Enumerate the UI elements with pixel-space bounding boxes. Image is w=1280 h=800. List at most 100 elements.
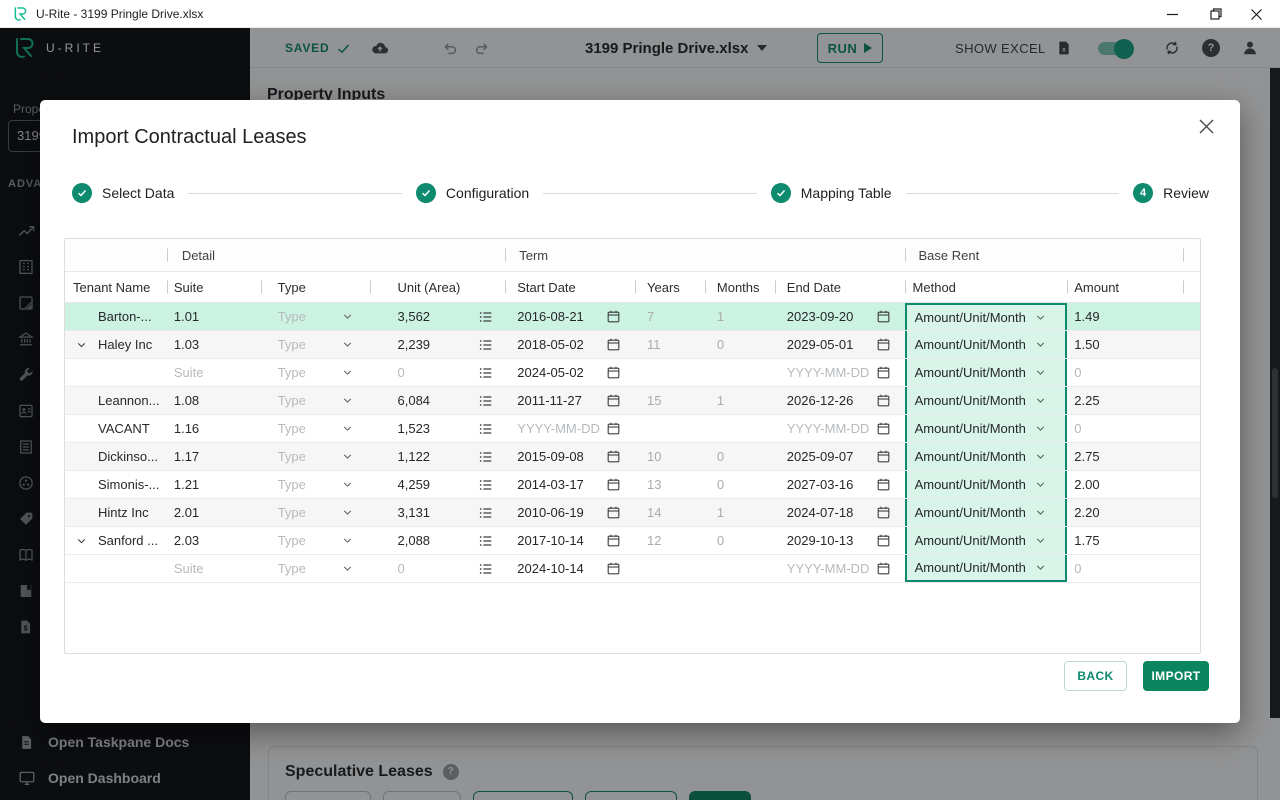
amount-input[interactable]: 0 <box>1067 415 1200 442</box>
amount-input[interactable]: 2.75 <box>1067 443 1200 470</box>
type-select[interactable]: Type <box>261 555 371 582</box>
end-date-input[interactable]: 2023-09-20 <box>775 303 905 330</box>
end-date-input[interactable]: YYYY-MM-DD <box>775 415 905 442</box>
unit-area-input[interactable]: 6,084 <box>371 387 506 414</box>
unit-list-icon[interactable] <box>478 505 494 521</box>
calendar-icon[interactable] <box>606 533 621 548</box>
calendar-icon[interactable] <box>606 421 621 436</box>
type-select[interactable]: Type <box>261 359 371 386</box>
start-date-input[interactable]: YYYY-MM-DD <box>505 415 635 442</box>
method-select[interactable]: Amount/Unit/Month <box>904 331 1068 358</box>
suite-input[interactable]: 1.21 <box>167 471 261 498</box>
unit-list-icon[interactable] <box>478 477 494 493</box>
type-select[interactable]: Type <box>261 331 371 358</box>
unit-list-icon[interactable] <box>478 421 494 437</box>
type-select[interactable]: Type <box>261 443 371 470</box>
suite-input[interactable]: 1.08 <box>167 387 261 414</box>
import-button[interactable]: IMPORT <box>1143 661 1209 691</box>
start-date-input[interactable]: 2011-11-27 <box>505 387 635 414</box>
amount-input[interactable]: 0 <box>1067 555 1200 582</box>
type-select[interactable]: Type <box>261 527 371 554</box>
end-date-input[interactable]: 2029-10-13 <box>775 527 905 554</box>
end-date-input[interactable]: YYYY-MM-DD <box>775 555 905 582</box>
calendar-icon[interactable] <box>876 533 891 548</box>
calendar-icon[interactable] <box>606 337 621 352</box>
calendar-icon[interactable] <box>876 309 891 324</box>
method-select[interactable]: Amount/Unit/Month <box>904 555 1068 582</box>
amount-input[interactable]: 2.25 <box>1067 387 1200 414</box>
start-date-input[interactable]: 2014-03-17 <box>505 471 635 498</box>
calendar-icon[interactable] <box>876 365 891 380</box>
amount-input[interactable]: 1.49 <box>1067 303 1200 330</box>
type-select[interactable]: Type <box>261 415 371 442</box>
method-select[interactable]: Amount/Unit/Month <box>904 527 1068 554</box>
end-date-input[interactable]: 2024-07-18 <box>775 499 905 526</box>
type-select[interactable]: Type <box>261 303 371 330</box>
calendar-icon[interactable] <box>876 477 891 492</box>
calendar-icon[interactable] <box>606 449 621 464</box>
unit-area-input[interactable]: 0 <box>371 359 506 386</box>
method-select[interactable]: Amount/Unit/Month <box>904 443 1068 470</box>
method-select[interactable]: Amount/Unit/Month <box>904 471 1068 498</box>
suite-input[interactable]: 1.01 <box>167 303 261 330</box>
end-date-input[interactable]: YYYY-MM-DD <box>775 359 905 386</box>
unit-list-icon[interactable] <box>478 309 494 325</box>
unit-list-icon[interactable] <box>478 337 494 353</box>
calendar-icon[interactable] <box>876 393 891 408</box>
minimize-button[interactable] <box>1152 0 1192 28</box>
calendar-icon[interactable] <box>876 561 891 576</box>
start-date-input[interactable]: 2010-06-19 <box>505 499 635 526</box>
suite-input[interactable]: 2.03 <box>167 527 261 554</box>
start-date-input[interactable]: 2024-05-02 <box>505 359 635 386</box>
unit-list-icon[interactable] <box>478 393 494 409</box>
calendar-icon[interactable] <box>606 309 621 324</box>
type-select[interactable]: Type <box>261 387 371 414</box>
unit-area-input[interactable]: 0 <box>371 555 506 582</box>
calendar-icon[interactable] <box>876 421 891 436</box>
type-select[interactable]: Type <box>261 499 371 526</box>
method-select[interactable]: Amount/Unit/Month <box>904 387 1068 414</box>
suite-input[interactable]: 1.03 <box>167 331 261 358</box>
unit-area-input[interactable]: 1,523 <box>371 415 506 442</box>
expand-chevron-icon[interactable] <box>75 338 88 351</box>
amount-input[interactable]: 1.75 <box>1067 527 1200 554</box>
start-date-input[interactable]: 2017-10-14 <box>505 527 635 554</box>
calendar-icon[interactable] <box>606 505 621 520</box>
type-select[interactable]: Type <box>261 471 371 498</box>
calendar-icon[interactable] <box>876 337 891 352</box>
unit-area-input[interactable]: 4,259 <box>371 471 506 498</box>
unit-list-icon[interactable] <box>478 365 494 381</box>
suite-input[interactable]: Suite <box>167 359 261 386</box>
calendar-icon[interactable] <box>876 505 891 520</box>
suite-input[interactable]: 2.01 <box>167 499 261 526</box>
start-date-input[interactable]: 2018-05-02 <box>505 331 635 358</box>
close-window-button[interactable] <box>1236 0 1276 28</box>
end-date-input[interactable]: 2027-03-16 <box>775 471 905 498</box>
restore-button[interactable] <box>1196 0 1236 28</box>
unit-area-input[interactable]: 2,239 <box>371 331 506 358</box>
unit-list-icon[interactable] <box>478 561 494 577</box>
start-date-input[interactable]: 2015-09-08 <box>505 443 635 470</box>
expand-chevron-icon[interactable] <box>75 534 88 547</box>
amount-input[interactable]: 2.00 <box>1067 471 1200 498</box>
calendar-icon[interactable] <box>606 365 621 380</box>
end-date-input[interactable]: 2029-05-01 <box>775 331 905 358</box>
start-date-input[interactable]: 2016-08-21 <box>505 303 635 330</box>
close-icon[interactable] <box>1194 114 1218 138</box>
calendar-icon[interactable] <box>606 393 621 408</box>
back-button[interactable]: BACK <box>1064 661 1127 691</box>
suite-input[interactable]: 1.17 <box>167 443 261 470</box>
unit-area-input[interactable]: 1,122 <box>371 443 506 470</box>
unit-list-icon[interactable] <box>478 533 494 549</box>
calendar-icon[interactable] <box>876 449 891 464</box>
end-date-input[interactable]: 2026-12-26 <box>775 387 905 414</box>
suite-input[interactable]: Suite <box>167 555 261 582</box>
method-select[interactable]: Amount/Unit/Month <box>904 415 1068 442</box>
calendar-icon[interactable] <box>606 477 621 492</box>
unit-area-input[interactable]: 3,131 <box>371 499 506 526</box>
method-select[interactable]: Amount/Unit/Month <box>904 499 1068 526</box>
end-date-input[interactable]: 2025-09-07 <box>775 443 905 470</box>
amount-input[interactable]: 2.20 <box>1067 499 1200 526</box>
unit-list-icon[interactable] <box>478 449 494 465</box>
method-select[interactable]: Amount/Unit/Month <box>904 359 1068 386</box>
